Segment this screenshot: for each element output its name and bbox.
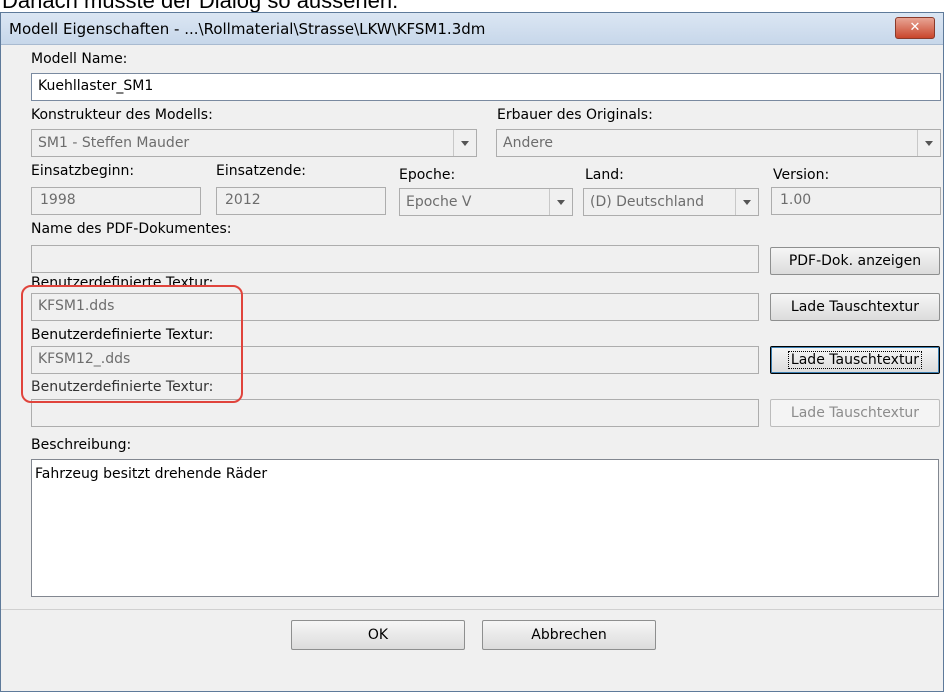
description-textarea[interactable]: Fahrzeug besitzt drehende Räder: [31, 459, 939, 597]
country-label: Land:: [585, 167, 624, 183]
pdf-show-button[interactable]: PDF-Dok. anzeigen: [770, 247, 940, 275]
texture1-load-button[interactable]: Lade Tauschtextur: [770, 293, 940, 321]
title-bar: Modell Eigenschaften - ...\Rollmaterial\…: [1, 13, 943, 45]
version-label: Version:: [773, 167, 830, 183]
chevron-down-icon: [549, 189, 572, 215]
epoch-select[interactable]: Epoche V: [399, 188, 573, 216]
texture2-load-button[interactable]: Lade Tauschtextur: [770, 346, 940, 374]
close-button[interactable]: ✕: [895, 17, 935, 39]
texture3-load-button[interactable]: Lade Tauschtextur: [770, 399, 940, 427]
model-name-label: Modell Name:: [31, 51, 128, 67]
builder-value: Andere: [503, 135, 554, 151]
close-icon: ✕: [909, 20, 921, 35]
divider: [1, 609, 943, 610]
builder-label: Erbauer des Originals:: [497, 107, 653, 123]
end-input[interactable]: 2012: [216, 187, 386, 215]
designer-value: SM1 - Steffen Mauder: [38, 135, 190, 151]
model-name-input[interactable]: Kuehllaster_SM1: [31, 73, 941, 101]
country-select[interactable]: (D) Deutschland: [583, 188, 759, 216]
properties-dialog: Modell Eigenschaften - ...\Rollmaterial\…: [0, 12, 944, 692]
country-value: (D) Deutschland: [590, 194, 705, 210]
texture3-input[interactable]: [31, 399, 759, 427]
description-label: Beschreibung:: [31, 437, 132, 453]
epoch-label: Epoche:: [399, 167, 456, 183]
end-label: Einsatzende:: [216, 163, 307, 179]
cancel-button[interactable]: Abbrechen: [482, 620, 656, 650]
pdf-label: Name des PDF-Dokumentes:: [31, 221, 232, 237]
window-title: Modell Eigenschaften - ...\Rollmaterial\…: [9, 20, 486, 38]
pdf-input[interactable]: [31, 245, 759, 273]
builder-select[interactable]: Andere: [496, 129, 941, 157]
epoch-value: Epoche V: [406, 194, 472, 210]
designer-select[interactable]: SM1 - Steffen Mauder: [31, 129, 477, 157]
chevron-down-icon: [735, 189, 758, 215]
highlight-annotation: [21, 285, 243, 403]
start-input[interactable]: 1998: [31, 187, 201, 215]
texture2-load-label: Lade Tauschtextur: [787, 351, 923, 369]
designer-label: Konstrukteur des Modells:: [31, 107, 213, 123]
chevron-down-icon: [917, 130, 940, 156]
ok-button[interactable]: OK: [291, 620, 465, 650]
chevron-down-icon: [453, 130, 476, 156]
version-input[interactable]: 1.00: [771, 187, 941, 215]
start-label: Einsatzbeginn:: [31, 163, 135, 179]
